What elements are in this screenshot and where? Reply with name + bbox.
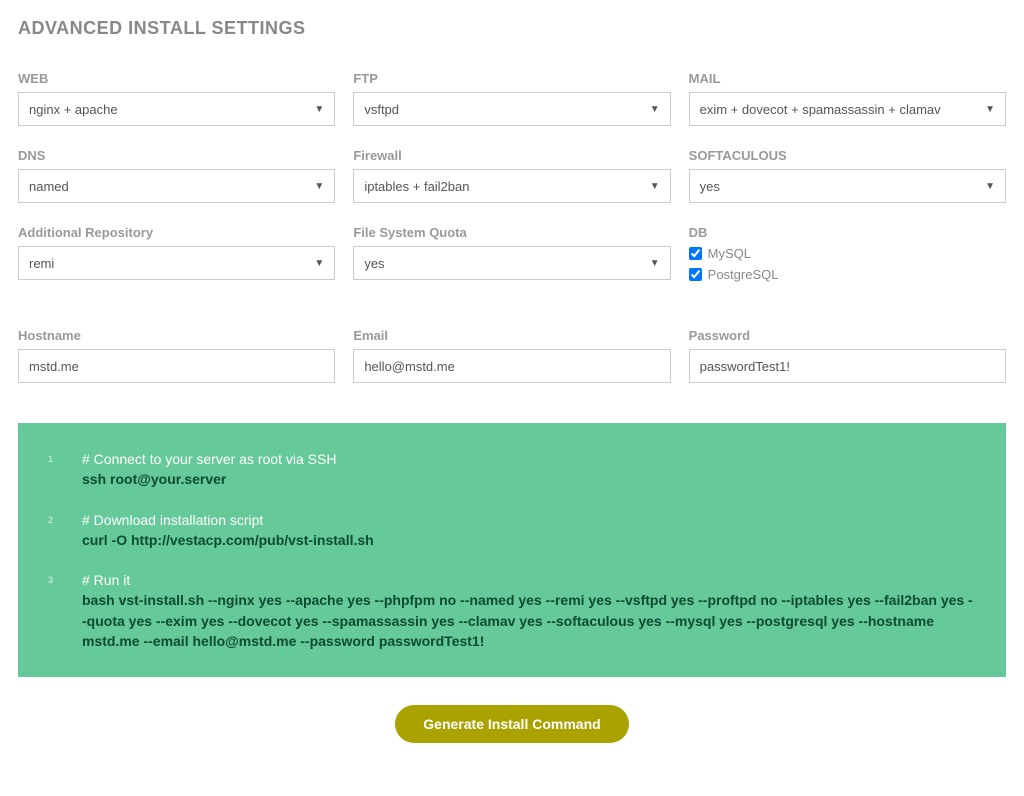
button-row: Generate Install Command [18, 705, 1006, 743]
email-input-wrap [353, 349, 670, 383]
web-label: WEB [18, 71, 335, 86]
credentials-grid: Hostname Email Password [18, 328, 1006, 383]
hostname-label: Hostname [18, 328, 335, 343]
caret-down-icon: ▼ [314, 258, 324, 269]
email-input[interactable] [364, 359, 659, 374]
firewall-value: iptables + fail2ban [364, 179, 469, 194]
instructions-panel: 1 # Connect to your server as root via S… [18, 423, 1006, 677]
step-3-cmd: bash vst-install.sh --nginx yes --apache… [82, 590, 976, 651]
step-2: 2 # Download installation script curl -O… [48, 510, 976, 551]
ftp-select[interactable]: vsftpd ▼ [353, 92, 670, 126]
quota-label: File System Quota [353, 225, 670, 240]
dns-field: DNS named ▼ [18, 148, 335, 203]
mail-value: exim + dovecot + spamassassin + clamav [700, 102, 941, 117]
password-input[interactable] [700, 359, 995, 374]
mail-select[interactable]: exim + dovecot + spamassassin + clamav ▼ [689, 92, 1006, 126]
caret-down-icon: ▼ [314, 104, 324, 115]
step-3-num: 3 [48, 570, 82, 651]
caret-down-icon: ▼ [650, 181, 660, 192]
dns-value: named [29, 179, 69, 194]
db-field: DB MySQL PostgreSQL [689, 225, 1006, 288]
softaculous-value: yes [700, 179, 720, 194]
firewall-select[interactable]: iptables + fail2ban ▼ [353, 169, 670, 203]
repo-label: Additional Repository [18, 225, 335, 240]
step-3: 3 # Run it bash vst-install.sh --nginx y… [48, 570, 976, 651]
firewall-label: Firewall [353, 148, 670, 163]
quota-select[interactable]: yes ▼ [353, 246, 670, 280]
password-field: Password [689, 328, 1006, 383]
db-label: DB [689, 225, 1006, 240]
email-label: Email [353, 328, 670, 343]
softaculous-field: SOFTACULOUS yes ▼ [689, 148, 1006, 203]
password-input-wrap [689, 349, 1006, 383]
quota-value: yes [364, 256, 384, 271]
caret-down-icon: ▼ [314, 181, 324, 192]
step-1-num: 1 [48, 449, 82, 490]
hostname-input[interactable] [29, 359, 324, 374]
repo-value: remi [29, 256, 54, 271]
generate-install-command-button[interactable]: Generate Install Command [395, 705, 628, 743]
step-1-cmd: ssh root@your.server [82, 469, 336, 489]
password-label: Password [689, 328, 1006, 343]
mysql-checkbox-line: MySQL [689, 246, 1006, 261]
mail-label: MAIL [689, 71, 1006, 86]
quota-field: File System Quota yes ▼ [353, 225, 670, 288]
mysql-checkbox[interactable] [689, 247, 702, 260]
hostname-field: Hostname [18, 328, 335, 383]
web-field: WEB nginx + apache ▼ [18, 71, 335, 126]
firewall-field: Firewall iptables + fail2ban ▼ [353, 148, 670, 203]
web-value: nginx + apache [29, 102, 118, 117]
step-2-comment: # Download installation script [82, 510, 374, 530]
repo-field: Additional Repository remi ▼ [18, 225, 335, 288]
web-select[interactable]: nginx + apache ▼ [18, 92, 335, 126]
dns-select[interactable]: named ▼ [18, 169, 335, 203]
pgsql-label: PostgreSQL [708, 267, 779, 282]
page-title: ADVANCED INSTALL SETTINGS [18, 18, 1006, 39]
mysql-label: MySQL [708, 246, 751, 261]
ftp-label: FTP [353, 71, 670, 86]
step-1: 1 # Connect to your server as root via S… [48, 449, 976, 490]
mail-field: MAIL exim + dovecot + spamassassin + cla… [689, 71, 1006, 126]
caret-down-icon: ▼ [985, 181, 995, 192]
softaculous-select[interactable]: yes ▼ [689, 169, 1006, 203]
pgsql-checkbox-line: PostgreSQL [689, 267, 1006, 282]
softaculous-label: SOFTACULOUS [689, 148, 1006, 163]
settings-grid: WEB nginx + apache ▼ FTP vsftpd ▼ MAIL e… [18, 71, 1006, 288]
caret-down-icon: ▼ [650, 104, 660, 115]
hostname-input-wrap [18, 349, 335, 383]
step-1-comment: # Connect to your server as root via SSH [82, 449, 336, 469]
ftp-value: vsftpd [364, 102, 399, 117]
repo-select[interactable]: remi ▼ [18, 246, 335, 280]
caret-down-icon: ▼ [985, 104, 995, 115]
ftp-field: FTP vsftpd ▼ [353, 71, 670, 126]
step-2-cmd: curl -O http://vestacp.com/pub/vst-insta… [82, 530, 374, 550]
caret-down-icon: ▼ [650, 258, 660, 269]
pgsql-checkbox[interactable] [689, 268, 702, 281]
step-3-comment: # Run it [82, 570, 976, 590]
step-2-num: 2 [48, 510, 82, 551]
email-field: Email [353, 328, 670, 383]
dns-label: DNS [18, 148, 335, 163]
